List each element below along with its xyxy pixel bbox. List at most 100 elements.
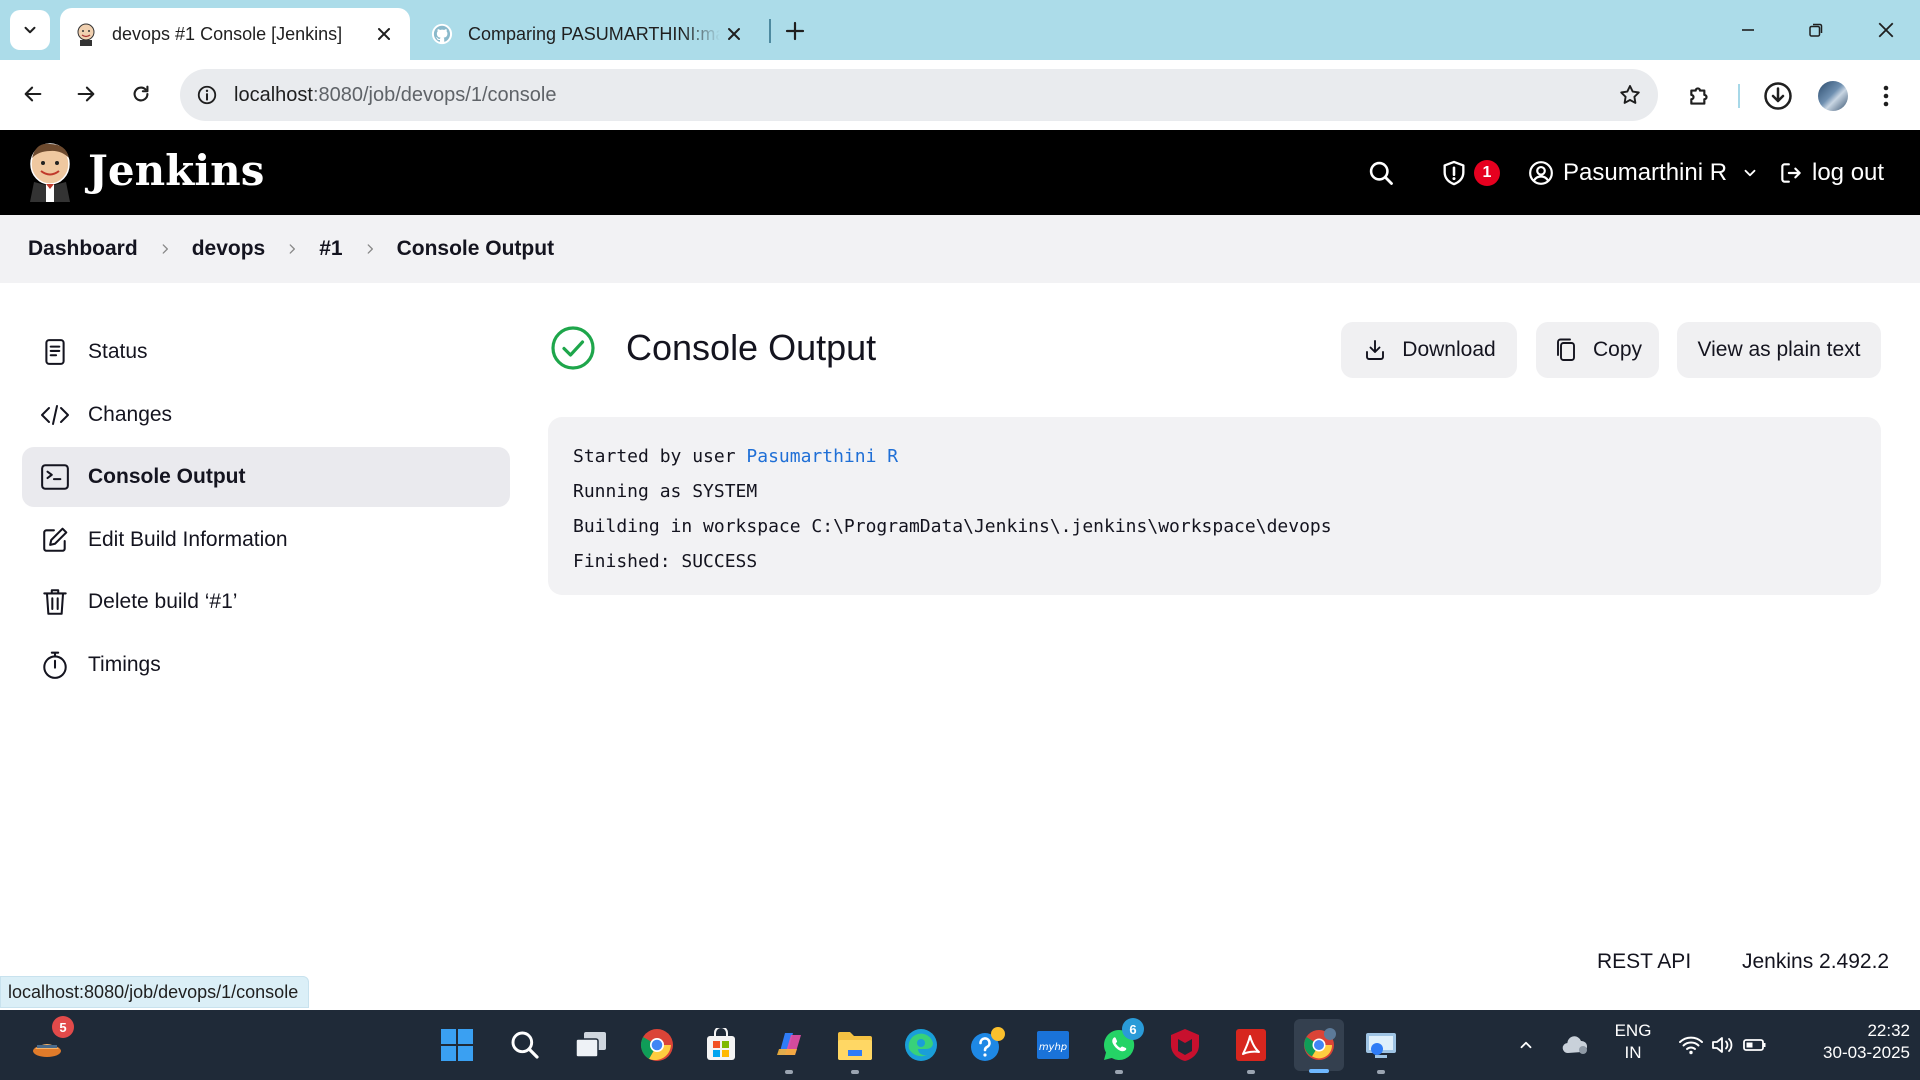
taskbar-task-view[interactable] bbox=[568, 1022, 614, 1068]
taskbar-myhp[interactable]: myhp bbox=[1030, 1022, 1076, 1068]
sidebar-item-status[interactable]: Status bbox=[22, 322, 510, 382]
page-title: Console Output bbox=[626, 327, 877, 368]
taskbar-widgets[interactable]: 5 bbox=[24, 1016, 74, 1068]
running-indicator bbox=[1377, 1070, 1385, 1074]
sidebar-item-label: Delete build ‘#1’ bbox=[88, 590, 238, 613]
bookmark-star-icon[interactable] bbox=[1602, 83, 1658, 107]
back-button[interactable] bbox=[13, 74, 53, 114]
cloud-icon bbox=[1562, 1036, 1588, 1054]
restore-button[interactable] bbox=[1782, 0, 1850, 60]
language-indicator[interactable]: ENG IN bbox=[1606, 1020, 1660, 1064]
arrow-right-icon bbox=[77, 86, 95, 102]
tab-github-compare[interactable]: Comparing PASUMARTHINI:main bbox=[420, 8, 760, 60]
jenkins-version-link[interactable]: Jenkins 2.492.2 bbox=[1742, 950, 1889, 974]
view-plain-text-button[interactable]: View as plain text bbox=[1677, 322, 1881, 378]
minimize-icon bbox=[1742, 29, 1754, 31]
download-button[interactable]: Download bbox=[1341, 322, 1517, 378]
jenkins-header: Jenkins 1 Pasumarthini R log out bbox=[0, 130, 1920, 215]
security-monitor-button[interactable]: 1 bbox=[1440, 130, 1500, 215]
microsoft-store-icon bbox=[707, 1028, 735, 1060]
sidebar-item-console-output[interactable]: Console Output bbox=[22, 447, 510, 507]
close-tab-icon[interactable] bbox=[720, 20, 748, 48]
taskbar-chrome-active[interactable] bbox=[1294, 1019, 1344, 1073]
code-icon bbox=[40, 400, 70, 430]
sidebar-item-changes[interactable]: Changes bbox=[22, 385, 510, 445]
tab-title: Comparing PASUMARTHINI:main bbox=[468, 23, 720, 44]
github-favicon bbox=[430, 22, 454, 46]
logout-button[interactable]: log out bbox=[1778, 130, 1884, 215]
taskbar-remote-desktop[interactable] bbox=[1358, 1022, 1404, 1074]
minimize-button[interactable] bbox=[1714, 0, 1782, 60]
taskbar-file-explorer[interactable] bbox=[832, 1022, 878, 1074]
search-icon bbox=[511, 1031, 539, 1059]
sidebar-item-edit-build-information[interactable]: Edit Build Information bbox=[22, 510, 510, 570]
clock-time: 22:32 bbox=[1867, 1021, 1910, 1040]
user-link[interactable]: Pasumarthini R bbox=[746, 446, 898, 467]
close-tab-icon[interactable] bbox=[370, 20, 398, 48]
browser-menu-button[interactable] bbox=[1866, 76, 1906, 116]
breadcrumb-build[interactable]: #1 bbox=[319, 237, 342, 261]
tray-onedrive[interactable] bbox=[1552, 1022, 1598, 1068]
tray-quick-settings[interactable] bbox=[1668, 1022, 1778, 1068]
taskbar-mcafee[interactable] bbox=[1162, 1022, 1208, 1068]
taskbar-edge[interactable] bbox=[898, 1022, 944, 1068]
browser-tab-strip: devops #1 Console [Jenkins] Comparing PA… bbox=[0, 0, 1920, 60]
site-info-icon[interactable] bbox=[180, 84, 234, 106]
taskbar-acrobat[interactable] bbox=[1228, 1022, 1274, 1074]
address-bar[interactable]: localhost:8080/job/devops/1/console bbox=[180, 69, 1658, 121]
sidebar-item-label: Timings bbox=[88, 652, 161, 676]
battery-icon bbox=[1743, 1039, 1766, 1051]
terminal-icon bbox=[40, 462, 70, 492]
reload-button[interactable] bbox=[121, 74, 161, 114]
extensions-button[interactable] bbox=[1680, 76, 1720, 116]
copy-label: Copy bbox=[1592, 338, 1643, 361]
user-menu-button[interactable]: Pasumarthini R bbox=[1528, 130, 1759, 215]
jenkins-logo-icon[interactable] bbox=[26, 142, 74, 202]
more-vertical-icon bbox=[1883, 85, 1889, 107]
chrome-profile-icon bbox=[1304, 1028, 1336, 1060]
plus-icon bbox=[785, 21, 805, 41]
taskbar-start[interactable] bbox=[434, 1022, 480, 1068]
taskbar-get-help[interactable] bbox=[964, 1022, 1010, 1068]
taskbar-store[interactable] bbox=[698, 1022, 744, 1068]
rest-api-link[interactable]: REST API bbox=[1597, 950, 1691, 974]
breadcrumb-dashboard[interactable]: Dashboard bbox=[28, 237, 138, 261]
tray-overflow-button[interactable] bbox=[1503, 1022, 1549, 1068]
taskbar-whatsapp[interactable]: 6 bbox=[1096, 1018, 1144, 1074]
download-label: Download bbox=[1402, 338, 1496, 361]
sidebar-item-timings[interactable]: Timings bbox=[22, 635, 510, 695]
acrobat-icon bbox=[1236, 1029, 1266, 1061]
running-indicator bbox=[1247, 1070, 1255, 1074]
sidebar-item-delete-build[interactable]: Delete build ‘#1’ bbox=[22, 572, 510, 632]
breadcrumb-devops[interactable]: devops bbox=[192, 237, 266, 261]
chevron-down-icon bbox=[1744, 169, 1756, 176]
new-tab-button[interactable] bbox=[778, 14, 812, 48]
running-indicator bbox=[785, 1070, 793, 1074]
sidebar-item-label: Console Output bbox=[88, 465, 246, 488]
search-button[interactable] bbox=[1367, 130, 1395, 215]
jenkins-brand[interactable]: Jenkins bbox=[88, 146, 264, 195]
taskbar-search[interactable] bbox=[502, 1022, 548, 1068]
breadcrumb-console-output[interactable]: Console Output bbox=[397, 237, 554, 261]
close-window-button[interactable] bbox=[1852, 0, 1920, 60]
tab-jenkins-console[interactable]: devops #1 Console [Jenkins] bbox=[60, 8, 410, 60]
windows-start-icon bbox=[441, 1029, 473, 1061]
downloads-button[interactable] bbox=[1758, 76, 1798, 116]
taskbar-chrome[interactable] bbox=[634, 1022, 680, 1068]
folder-icon bbox=[838, 1032, 872, 1060]
taskbar-copilot[interactable] bbox=[766, 1022, 812, 1074]
copy-button[interactable]: Copy bbox=[1536, 322, 1659, 378]
windows-taskbar: 5 myhp 6 ENG IN 22:32 30-03-2025 bbox=[0, 1010, 1920, 1080]
security-count-badge: 1 bbox=[1474, 159, 1500, 186]
clock[interactable]: 22:32 30-03-2025 bbox=[1780, 1020, 1910, 1064]
tab-search-button[interactable] bbox=[10, 10, 50, 50]
tab-separator bbox=[769, 19, 771, 43]
chevron-right-icon bbox=[363, 242, 377, 256]
profile-button[interactable] bbox=[1813, 76, 1853, 116]
forward-button[interactable] bbox=[66, 74, 106, 114]
chevron-right-icon bbox=[158, 242, 172, 256]
copilot-icon bbox=[777, 1033, 801, 1055]
console-line: Running as SYSTEM bbox=[573, 481, 758, 502]
download-icon bbox=[1362, 337, 1388, 363]
link-status-bar: localhost:8080/job/devops/1/console bbox=[0, 976, 310, 1008]
